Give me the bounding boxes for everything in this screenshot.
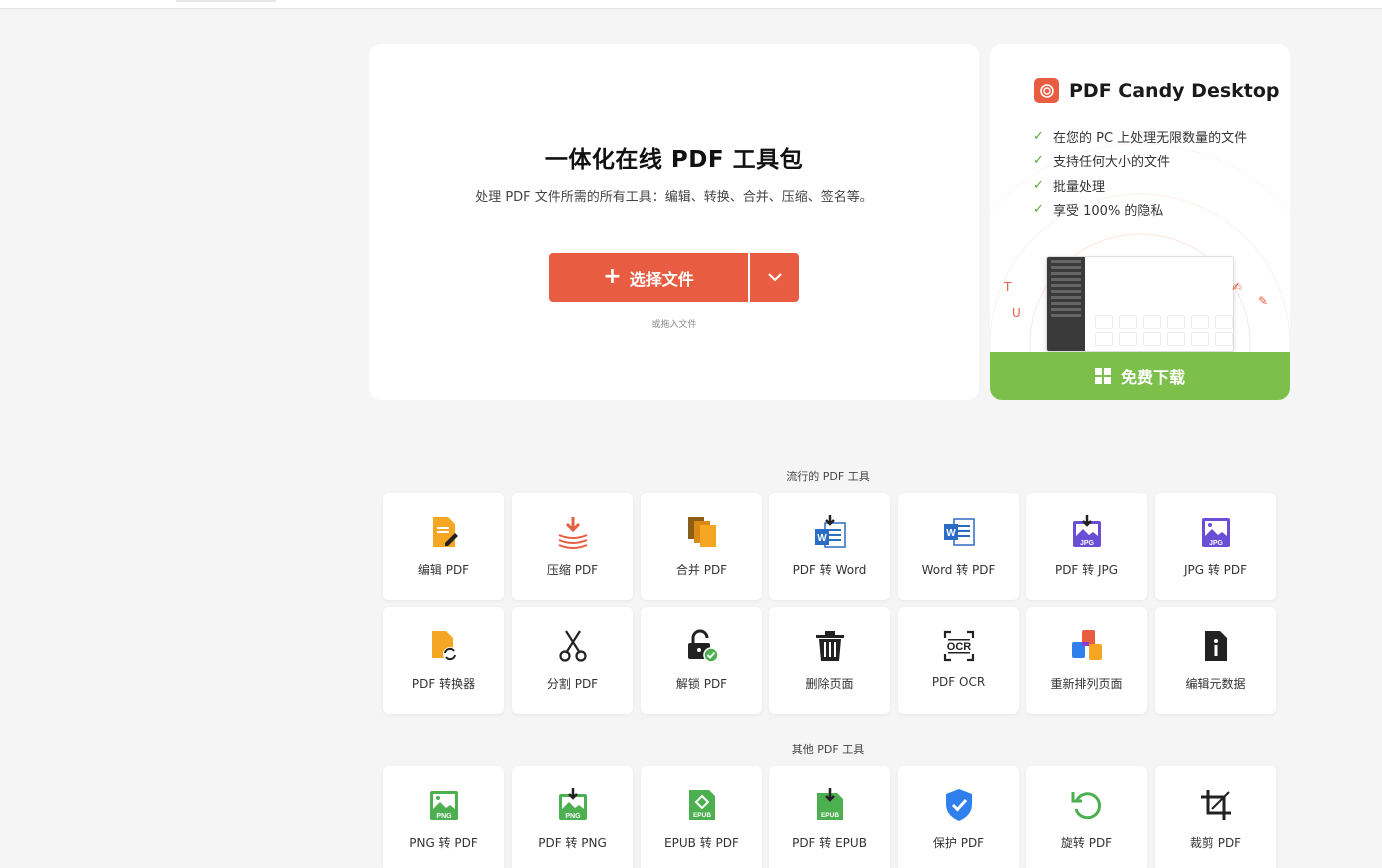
- pdf-to-png-icon: PNG: [559, 788, 587, 820]
- pdf-to-epub-icon: EPUB: [817, 788, 843, 820]
- rearrange-icon: [1072, 630, 1102, 660]
- tool-pdf-converter[interactable]: PDF 转换器: [383, 607, 504, 714]
- rotate-icon: [1071, 792, 1102, 820]
- svg-text:PNG: PNG: [565, 813, 581, 820]
- choose-file-button[interactable]: + 选择文件: [549, 253, 748, 302]
- check-icon: ✓: [1033, 153, 1044, 169]
- tool-pdf-ocr[interactable]: OCR PDF OCR: [898, 607, 1019, 714]
- popular-tools-heading: 流行的 PDF 工具: [786, 470, 870, 483]
- underline-tool-icon: U: [1012, 306, 1021, 320]
- compress-pdf-icon: [558, 517, 588, 549]
- pdf-to-word-icon: W: [815, 515, 846, 548]
- tool-merge-pdf[interactable]: 合并 PDF: [641, 493, 762, 600]
- upload-card: 一体化在线 PDF 工具包 处理 PDF 文件所需的所有工具：编辑、转换、合并、…: [369, 44, 979, 400]
- tool-word-to-pdf[interactable]: W Word 转 PDF: [898, 493, 1019, 600]
- check-icon: ✓: [1033, 177, 1044, 193]
- png-to-pdf-icon: PNG: [430, 791, 458, 820]
- svg-text:OCR: OCR: [947, 641, 972, 653]
- tool-delete-pages[interactable]: 删除页面: [769, 607, 890, 714]
- desktop-app-screenshot: [1046, 256, 1234, 352]
- check-icon: ✓: [1033, 202, 1044, 218]
- scissors-icon: [559, 630, 587, 662]
- svg-text:EPUB: EPUB: [821, 812, 839, 819]
- other-tools-heading: 其他 PDF 工具: [791, 743, 865, 756]
- desktop-promo-card: PDF Candy Desktop ✓ 在您的 PC 上处理无限数量的文件 ✓ 支持…: [990, 44, 1290, 400]
- promo-feature-list: ✓ 在您的 PC 上处理无限数量的文件 ✓ 支持任何大小的文件 ✓ 批量处理 ✓ 享受 …: [1033, 124, 1247, 222]
- merge-pdf-icon: [688, 517, 716, 547]
- tool-rearrange-pages[interactable]: 重新排列页面: [1026, 607, 1147, 714]
- tool-compress-pdf[interactable]: 压缩 PDF: [512, 493, 633, 600]
- ocr-icon: OCR: [943, 630, 975, 662]
- plus-icon: +: [603, 263, 622, 289]
- choose-file-group: + 选择文件: [549, 253, 799, 302]
- windows-icon: [1094, 368, 1111, 384]
- promo-feature: ✓ 在您的 PC 上处理无限数量的文件: [1033, 128, 1248, 146]
- page-subtitle: 处理 PDF 文件所需的所有工具：编辑、转换、合并、压缩、签名等。: [475, 190, 873, 205]
- tool-crop-pdf[interactable]: 裁剪 PDF: [1155, 766, 1276, 868]
- tool-protect-pdf[interactable]: 保护 PDF: [898, 766, 1019, 868]
- tool-png-to-pdf[interactable]: PNG PNG 转 PDF: [383, 766, 504, 868]
- top-bar: [0, 0, 1382, 9]
- tool-pdf-to-word[interactable]: W PDF 转 Word: [769, 493, 890, 600]
- tool-split-pdf[interactable]: 分割 PDF: [512, 607, 633, 714]
- svg-text:W: W: [946, 528, 956, 539]
- tool-jpg-to-pdf[interactable]: JPG JPG 转 PDF: [1155, 493, 1276, 600]
- chevron-down-icon: [767, 273, 782, 282]
- tool-pdf-to-epub[interactable]: EPUB PDF 转 EPUB: [769, 766, 890, 868]
- edit-pdf-icon: [433, 517, 458, 547]
- promo-brand: PDF Candy Desktop: [1034, 78, 1280, 103]
- promo-feature: ✓ 批量处理: [1033, 177, 1106, 195]
- tool-rotate-pdf[interactable]: 旋转 PDF: [1026, 766, 1147, 868]
- page-title: 一体化在线 PDF 工具包: [544, 147, 804, 173]
- browser-tab-stub: [176, 0, 276, 2]
- check-icon: ✓: [1033, 128, 1044, 144]
- word-to-pdf-icon: W: [944, 518, 975, 546]
- metadata-icon: [1205, 631, 1227, 661]
- svg-text:EPUB: EPUB: [693, 812, 711, 819]
- unlock-icon: [688, 629, 719, 663]
- trash-icon: [816, 631, 844, 661]
- shield-icon: [946, 789, 972, 821]
- jpg-to-pdf-icon: JPG: [1202, 518, 1230, 547]
- free-download-button[interactable]: 免费下载: [990, 352, 1290, 400]
- epub-to-pdf-icon: EPUB: [689, 790, 715, 820]
- pdf-to-jpg-icon: JPG: [1073, 515, 1101, 547]
- pdf-converter-icon: [432, 631, 457, 661]
- source-dropdown-button[interactable]: [750, 253, 799, 302]
- tool-unlock-pdf[interactable]: 解锁 PDF: [641, 607, 762, 714]
- drop-hint: 或拖入文件: [651, 320, 697, 330]
- pencil-icon: ✎: [1258, 294, 1269, 308]
- text-tool-icon: T: [1004, 280, 1012, 294]
- crop-icon: [1201, 790, 1231, 820]
- svg-text:W: W: [817, 533, 827, 544]
- svg-text:JPG: JPG: [1209, 540, 1224, 547]
- tool-epub-to-pdf[interactable]: EPUB EPUB 转 PDF: [641, 766, 762, 868]
- promo-feature: ✓ 支持任何大小的文件: [1033, 153, 1171, 171]
- free-download-label: 免费下载: [1120, 368, 1185, 387]
- promo-feature: ✓ 享受 100% 的隐私: [1033, 202, 1164, 220]
- signature-icon: ✍: [1232, 280, 1243, 294]
- tool-pdf-to-png[interactable]: PNG PDF 转 PNG: [512, 766, 633, 868]
- tool-edit-pdf[interactable]: 编辑 PDF: [383, 493, 504, 600]
- svg-text:PNG: PNG: [436, 813, 452, 820]
- pdf-candy-logo-icon: [1034, 78, 1059, 103]
- choose-file-label: 选择文件: [629, 269, 694, 289]
- tool-edit-metadata[interactable]: 编辑元数据: [1155, 607, 1276, 714]
- promo-brand-name: PDF Candy Desktop: [1069, 79, 1280, 102]
- svg-text:JPG: JPG: [1080, 540, 1095, 547]
- tool-pdf-to-jpg[interactable]: JPG PDF 转 JPG: [1026, 493, 1147, 600]
